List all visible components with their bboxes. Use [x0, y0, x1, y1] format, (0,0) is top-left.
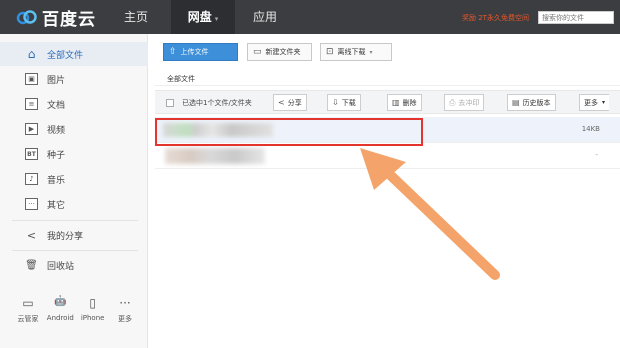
file-size: 14KB	[581, 125, 600, 133]
delete-label: 删除	[402, 98, 417, 107]
share-label: 分享	[287, 98, 302, 107]
sidebar-item-music[interactable]: ♪ 音乐	[0, 167, 148, 191]
sidebar-item-label: 其它	[47, 200, 66, 211]
sidebar-item-videos[interactable]: ▶ 视频	[0, 117, 148, 141]
search-input[interactable]	[538, 11, 614, 24]
image-icon: ▣	[25, 73, 38, 85]
nav-apps[interactable]: 应用	[253, 0, 277, 34]
device-label: iPhone	[80, 314, 105, 322]
document-icon: ≡	[25, 98, 38, 110]
upload-button[interactable]: ⇧ 上传文件	[163, 43, 238, 61]
device-iphone[interactable]: ▯ iPhone	[79, 296, 107, 324]
offline-download-label: 离线下载	[337, 48, 366, 56]
selection-count-text: 已选中1个文件/文件夹	[182, 99, 252, 107]
other-icon: ···	[25, 198, 38, 210]
share-icon: <	[278, 98, 285, 107]
trash-icon: ▥	[392, 98, 400, 107]
sidebar-item-label: 回收站	[47, 261, 75, 272]
new-folder-icon: ▭	[253, 47, 262, 57]
download-icon: ⇩	[332, 98, 339, 107]
more-label: 更多	[584, 98, 598, 107]
sidebar-divider	[12, 250, 138, 251]
folder-icon: ⌂	[27, 47, 36, 61]
trash-icon: 🗑	[25, 259, 38, 271]
print-photos-label: 去冲印	[458, 98, 480, 107]
sidebar-item-label: 全部文件	[47, 50, 84, 61]
promo-link[interactable]: 奖励 2T永久免费空间	[462, 13, 529, 23]
nav-cloud-disk[interactable]: 网盘 ▾	[171, 0, 235, 34]
device-android[interactable]: 🤖 Android	[46, 296, 74, 324]
sidebar-item-documents[interactable]: ≡ 文档	[0, 92, 148, 116]
history-versions-button[interactable]: ▤ 历史版本	[507, 94, 556, 111]
select-all-checkbox[interactable]	[166, 99, 174, 107]
history-icon: ▤	[512, 98, 520, 107]
chevron-down-icon: ▾	[369, 48, 373, 56]
new-folder-button[interactable]: ▭ 新建文件夹	[247, 43, 312, 61]
device-label: 更多	[117, 315, 132, 323]
device-pc-client[interactable]: ▭ 云管家	[14, 296, 42, 324]
phone-icon: ▯	[89, 296, 96, 310]
upload-icon: ⇧	[169, 47, 177, 57]
device-more[interactable]: ··· 更多	[111, 296, 139, 324]
annotation-arrow	[360, 148, 500, 280]
download-button[interactable]: ⇩ 下载	[327, 94, 361, 111]
sidebar-item-label: 种子	[47, 150, 66, 161]
file-size: -	[595, 151, 598, 159]
delete-button[interactable]: ▥ 删除	[387, 94, 422, 111]
share-button[interactable]: < 分享	[273, 94, 307, 111]
arrow-shaft	[380, 165, 500, 280]
sidebar-item-label: 文档	[47, 100, 66, 111]
printer-icon: ⎙	[449, 97, 456, 107]
nav-cloud-disk-label: 网盘	[187, 10, 212, 24]
blurred-file-name	[165, 148, 265, 164]
video-icon: ▶	[25, 123, 38, 135]
sidebar-item-all-files[interactable]: ⌂ 全部文件	[0, 42, 148, 66]
download-label: 下载	[341, 98, 356, 107]
cloud-logo-icon	[16, 9, 38, 25]
device-label: 云管家	[17, 315, 39, 323]
device-label: Android	[46, 314, 74, 322]
device-download-links: ▭ 云管家 🤖 Android ▯ iPhone ··· 更多	[14, 296, 139, 324]
sidebar-item-label: 我的分享	[47, 231, 84, 242]
logo-text: 百度云	[42, 9, 96, 30]
sidebar-divider	[12, 220, 138, 221]
more-icon: ···	[119, 296, 131, 310]
sidebar-item-label: 图片	[47, 75, 66, 86]
print-photos-button[interactable]: ⎙ 去冲印	[444, 94, 485, 111]
divider	[155, 85, 620, 86]
sidebar: ⌂ 全部文件 ▣ 图片 ≡ 文档 ▶ 视频 BT 种子 ♪ 音乐 ··· 其它 …	[0, 34, 148, 348]
torrent-icon: BT	[25, 148, 38, 160]
sidebar-item-images[interactable]: ▣ 图片	[0, 67, 148, 91]
share-icon: <	[26, 228, 37, 242]
more-button[interactable]: 更多 ▾	[579, 94, 610, 111]
chevron-down-icon: ▾	[602, 99, 606, 106]
music-icon: ♪	[25, 173, 38, 185]
sidebar-item-torrents[interactable]: BT 种子	[0, 142, 148, 166]
baidu-cloud-logo[interactable]: 百度云	[16, 6, 96, 30]
sidebar-item-other[interactable]: ··· 其它	[0, 192, 148, 216]
offline-download-button[interactable]: ⊡ 离线下载 ▾	[320, 43, 392, 61]
breadcrumb[interactable]: 全部文件	[167, 74, 195, 84]
nav-home[interactable]: 主页	[124, 0, 148, 34]
history-versions-label: 历史版本	[522, 98, 551, 107]
top-navigation-bar: 百度云 主页 网盘 ▾ 应用 奖励 2T永久免费空间	[0, 0, 620, 34]
new-folder-label: 新建文件夹	[265, 48, 301, 56]
android-icon: 🤖	[54, 296, 67, 307]
sidebar-item-label: 视频	[47, 125, 66, 136]
sidebar-item-my-shares[interactable]: < 我的分享	[0, 223, 148, 247]
sidebar-item-label: 音乐	[47, 175, 66, 186]
file-action-bar: 已选中1个文件/文件夹 < 分享 ⇩ 下载 ▥ 删除 ⎙ 去冲印 ▤ 历史版本 …	[155, 90, 620, 114]
monitor-icon: ▭	[22, 296, 34, 310]
chevron-down-icon: ▾	[214, 15, 219, 23]
upload-label: 上传文件	[180, 48, 209, 56]
offline-download-icon: ⊡	[326, 47, 334, 57]
sidebar-item-recycle-bin[interactable]: 🗑 回收站	[0, 253, 148, 277]
